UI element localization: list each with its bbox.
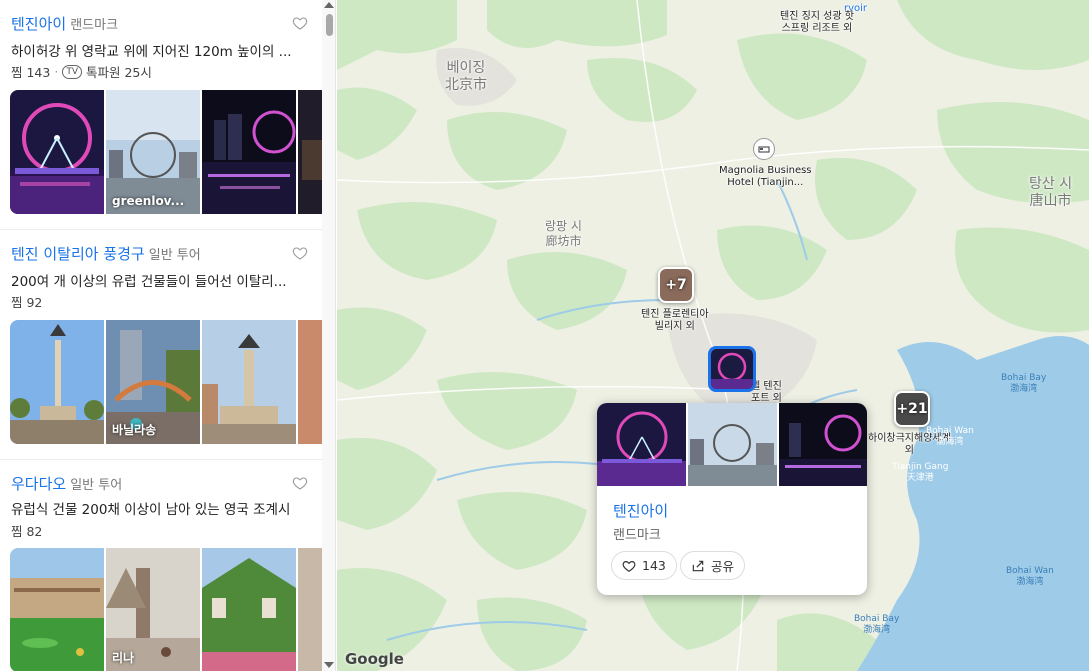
selected-place-marker[interactable] (708, 346, 756, 392)
city-label-tangshan: 탕산 시 唐山市 (1029, 176, 1073, 209)
likes-count: 찜 143 (11, 65, 51, 80)
results-list-panel[interactable]: 텐진아이 랜드마크 하이허강 위 영락교 위에 지어진 120m 높이의 ...… (0, 0, 336, 671)
poi-label-resort[interactable]: 텐진 징지 성광 핫 스프링 리조트 외 (780, 11, 854, 35)
heart-icon[interactable] (292, 15, 308, 31)
photo-credit: greenlov... (112, 194, 185, 208)
cluster-marker[interactable]: +7 (658, 267, 694, 303)
photo-strip[interactable]: greenlov... (10, 90, 322, 214)
item-description: 하이허강 위 영락교 위에 지어진 120m 높이의 ... (11, 44, 292, 60)
city-label-langfang: 랑팡 시 廊坊市 (545, 219, 582, 248)
photo-ferris-wheel-night[interactable] (10, 90, 104, 214)
list-item[interactable]: 텐진 이탈리아 풍경구 일반 투어 200여 개 이상의 유럽 건물들이 들어선… (0, 230, 322, 458)
scroll-down-arrow-icon[interactable] (324, 662, 334, 668)
like-count: 143 (642, 558, 666, 573)
water-label-bohai-wan: Bohai Wan 渤海湾 (926, 426, 974, 447)
card-photo-strip[interactable] (597, 403, 867, 486)
item-meta: 찜 92 (11, 292, 42, 311)
hotel-icon[interactable] (753, 138, 775, 160)
scroll-thumb[interactable] (326, 14, 333, 36)
photo-extra[interactable] (298, 320, 322, 444)
share-label: 공유 (711, 559, 735, 574)
item-category: 일반 투어 (148, 248, 201, 263)
card-photo-ferris-wheel-night[interactable] (597, 403, 686, 486)
photo-ivy-building[interactable] (202, 548, 296, 671)
item-title-row: 텐진 이탈리아 풍경구 일반 투어 (11, 243, 201, 264)
heart-icon[interactable] (292, 245, 308, 261)
meta-separator: · (54, 64, 59, 79)
item-category: 랜드마크 (70, 18, 119, 33)
water-label-bohai-wan: Bohai Wan 渤海湾 (1006, 566, 1054, 587)
item-description: 200여 개 이상의 유럽 건물들이 들어선 이탈리... (11, 274, 287, 290)
list-item[interactable]: 우다다오 일반 투어 유럽식 건물 200채 이상이 남아 있는 영국 조계시 … (0, 460, 322, 671)
scroll-up-arrow-icon[interactable] (324, 2, 334, 8)
photo-ferris-wheel-day[interactable]: greenlov... (106, 90, 200, 214)
card-photo-ferris-wheel-river[interactable] (779, 403, 867, 486)
item-title[interactable]: 우다다오 (11, 473, 66, 494)
photo-strip[interactable]: 바닐라송 (10, 320, 322, 444)
item-title[interactable]: 텐진 이탈리아 풍경구 (11, 243, 145, 264)
photo-credit: 바닐라송 (112, 423, 157, 437)
tv-source: 톡파원 25시 (85, 65, 152, 80)
water-label-tianjin-gang: Tianjin Gang 天津港 (892, 462, 949, 483)
item-description: 유럽식 건물 200채 이상이 남아 있는 영국 조계시 (11, 502, 291, 518)
list-item[interactable]: 텐진아이 랜드마크 하이허강 위 영락교 위에 지어진 120m 높이의 ...… (0, 0, 322, 228)
photo-statue-fountain[interactable] (202, 320, 296, 444)
heart-icon[interactable] (292, 475, 308, 491)
item-meta: 찜 82 (11, 521, 42, 540)
list-scrollbar[interactable] (322, 0, 335, 671)
like-button[interactable]: 143 (611, 551, 677, 580)
google-logo: Google (345, 650, 404, 668)
share-button[interactable]: 공유 (680, 551, 746, 580)
photo-credit: 리나 (112, 651, 135, 665)
item-category: 일반 투어 (70, 478, 123, 493)
heart-icon (622, 560, 636, 572)
item-title[interactable]: 텐진아이 (11, 13, 66, 34)
photo-ferris-wheel-river[interactable] (202, 90, 296, 214)
city-label-beijing: 베이징 北京市 (445, 60, 487, 93)
card-category: 랜드마크 (613, 528, 661, 543)
photo-strip[interactable]: 리나 (10, 548, 322, 671)
poi-label-florentia-village[interactable]: 텐진 플로렌티아 빌리지 외 (641, 309, 709, 333)
likes-count: 찜 82 (11, 524, 43, 539)
cluster-marker[interactable]: +21 (894, 391, 930, 427)
share-icon (692, 560, 704, 571)
tv-icon: TV (62, 64, 82, 79)
place-info-card[interactable]: 텐진아이 랜드마크 143 공유 (597, 403, 867, 595)
photo-street-trees[interactable]: 리나 (106, 548, 200, 671)
item-title-row: 우다다오 일반 투어 (11, 473, 122, 494)
photo-street-arch[interactable]: 바닐라송 (106, 320, 200, 444)
photo-column-square[interactable] (10, 320, 104, 444)
water-label-bohai-bay: Bohai Bay 渤海湾 (1001, 373, 1047, 394)
photo-stadium-lawn[interactable] (10, 548, 104, 671)
poi-label-magnolia-hotel[interactable]: Magnolia Business Hotel (Tianjin... (719, 165, 812, 189)
item-title-row: 텐진아이 랜드마크 (11, 13, 118, 34)
photo-extra[interactable] (298, 548, 322, 671)
app-root: 텐진아이 랜드마크 하이허강 위 영락교 위에 지어진 120m 높이의 ...… (0, 0, 1089, 671)
card-title[interactable]: 텐진아이 (613, 500, 668, 521)
water-label-bohai-bay: Bohai Bay 渤海湾 (854, 614, 900, 635)
item-meta: 찜 143 · TV 톡파원 25시 (11, 62, 152, 81)
card-photo-ferris-wheel-day[interactable] (688, 403, 777, 486)
likes-count: 찜 92 (11, 295, 43, 310)
photo-extra[interactable] (298, 90, 322, 214)
